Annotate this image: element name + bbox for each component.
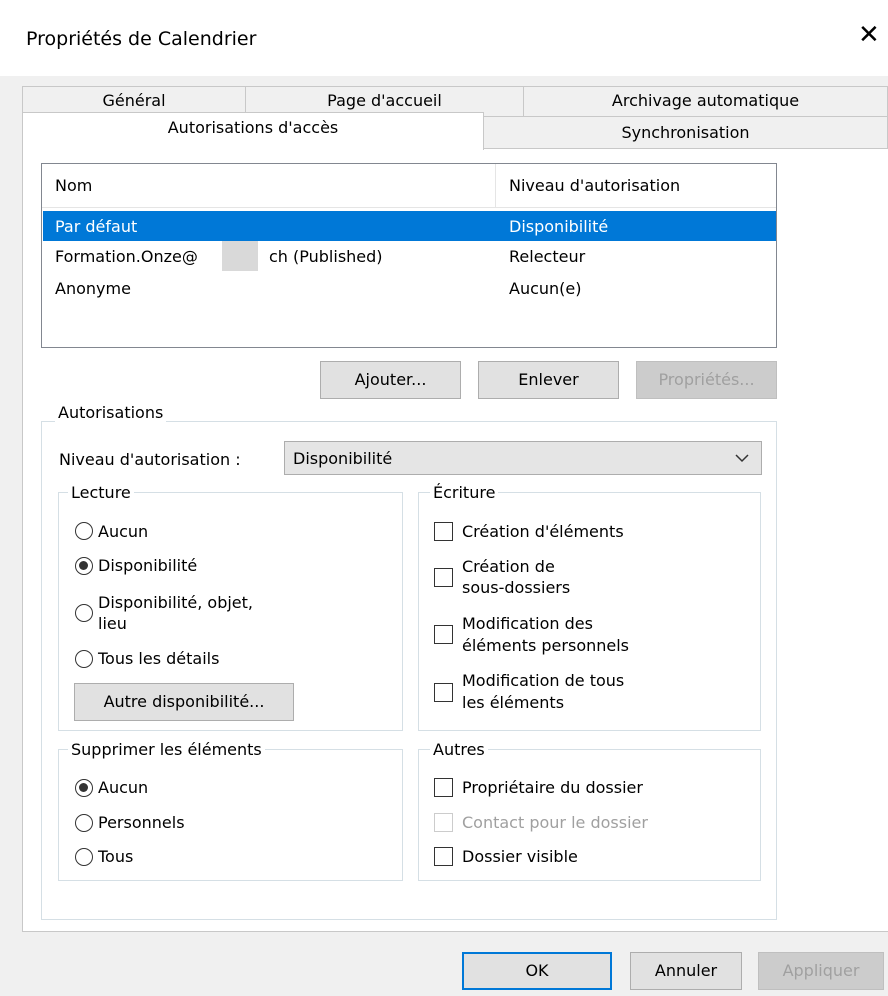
edit-all-items-checkbox[interactable] bbox=[434, 683, 453, 702]
add-button[interactable]: Ajouter... bbox=[320, 361, 461, 399]
ok-button[interactable]: OK bbox=[462, 952, 612, 990]
delete-none-radio[interactable] bbox=[75, 779, 93, 797]
close-icon[interactable]: ✕ bbox=[858, 22, 880, 48]
folder-contact-checkbox[interactable] bbox=[434, 813, 453, 832]
folder-contact-label: Contact pour le dossier bbox=[462, 813, 648, 832]
chevron-down-icon bbox=[735, 454, 749, 463]
edit-all-items-label-2: les éléments bbox=[462, 693, 565, 712]
authorizations-group-label: Autorisations bbox=[55, 403, 167, 422]
create-subfolders-checkbox[interactable] bbox=[434, 568, 453, 587]
create-subfolders-label-2: sous-dossiers bbox=[462, 578, 571, 597]
level-select[interactable]: Disponibilité bbox=[284, 441, 762, 475]
row-level: Relecteur bbox=[509, 247, 586, 266]
delete-none-label: Aucun bbox=[98, 778, 149, 797]
tab-synchronization[interactable]: Synchronisation bbox=[483, 116, 888, 149]
delete-all-radio[interactable] bbox=[75, 848, 93, 866]
other-group-label: Autres bbox=[430, 740, 488, 759]
read-availability-subject-label: Disponibilité, objet, bbox=[98, 593, 254, 612]
edit-own-items-label-2: éléments personnels bbox=[462, 636, 630, 655]
read-availability-label: Disponibilité bbox=[98, 556, 198, 575]
folder-owner-label: Propriétaire du dossier bbox=[462, 778, 643, 797]
folder-visible-checkbox[interactable] bbox=[434, 847, 453, 866]
redaction-block bbox=[222, 241, 258, 271]
read-availability-subject-radio[interactable] bbox=[75, 604, 93, 622]
level-select-value: Disponibilité bbox=[293, 449, 393, 468]
read-none-radio[interactable] bbox=[75, 522, 93, 540]
delete-all-label: Tous bbox=[98, 847, 134, 866]
delete-group-label: Supprimer les éléments bbox=[68, 740, 265, 759]
read-none-label: Aucun bbox=[98, 522, 149, 541]
row-name: Anonyme bbox=[55, 279, 131, 298]
column-header-level[interactable]: Niveau d'autorisation bbox=[509, 176, 680, 195]
create-subfolders-label: Création de bbox=[462, 557, 555, 576]
read-all-details-radio[interactable] bbox=[75, 650, 93, 668]
read-availability-subject-label-2: lieu bbox=[98, 614, 127, 633]
row-name: Par défaut bbox=[55, 217, 138, 236]
other-availability-button[interactable]: Autre disponibilité... bbox=[74, 683, 294, 721]
window-title: Propriétés de Calendrier bbox=[26, 28, 257, 50]
column-separator[interactable] bbox=[495, 164, 496, 207]
cancel-button[interactable]: Annuler bbox=[630, 952, 742, 990]
level-label: Niveau d'autorisation : bbox=[59, 450, 241, 469]
folder-owner-checkbox[interactable] bbox=[434, 778, 453, 797]
apply-button[interactable]: Appliquer bbox=[758, 952, 884, 990]
edit-own-items-checkbox[interactable] bbox=[434, 625, 453, 644]
read-availability-radio[interactable] bbox=[75, 557, 93, 575]
read-all-details-label: Tous les détails bbox=[98, 649, 220, 668]
create-items-checkbox[interactable] bbox=[434, 522, 453, 541]
tab-access-permissions[interactable]: Autorisations d'accès bbox=[22, 112, 484, 150]
delete-own-label: Personnels bbox=[98, 813, 185, 832]
edit-own-items-label: Modification des bbox=[462, 614, 593, 633]
create-items-label: Création d'éléments bbox=[462, 522, 624, 541]
properties-button[interactable]: Propriétés... bbox=[636, 361, 777, 399]
row-level: Aucun(e) bbox=[509, 279, 582, 298]
row-name-suffix: ch (Published) bbox=[269, 247, 383, 266]
row-level: Disponibilité bbox=[509, 217, 609, 236]
column-header-name[interactable]: Nom bbox=[55, 176, 92, 195]
remove-button[interactable]: Enlever bbox=[478, 361, 619, 399]
read-group-label: Lecture bbox=[68, 483, 134, 502]
row-name: Formation.Onze@ bbox=[55, 247, 198, 266]
list-row[interactable]: Par défaut Disponibilité bbox=[43, 211, 776, 241]
list-row[interactable]: Anonyme Aucun(e) bbox=[43, 273, 776, 303]
write-group-label: Écriture bbox=[430, 483, 499, 502]
edit-all-items-label: Modification de tous bbox=[462, 671, 625, 690]
folder-visible-label: Dossier visible bbox=[462, 847, 578, 866]
list-row[interactable]: Formation.Onze@ ch (Published) Relecteur bbox=[43, 241, 776, 271]
delete-own-radio[interactable] bbox=[75, 814, 93, 832]
